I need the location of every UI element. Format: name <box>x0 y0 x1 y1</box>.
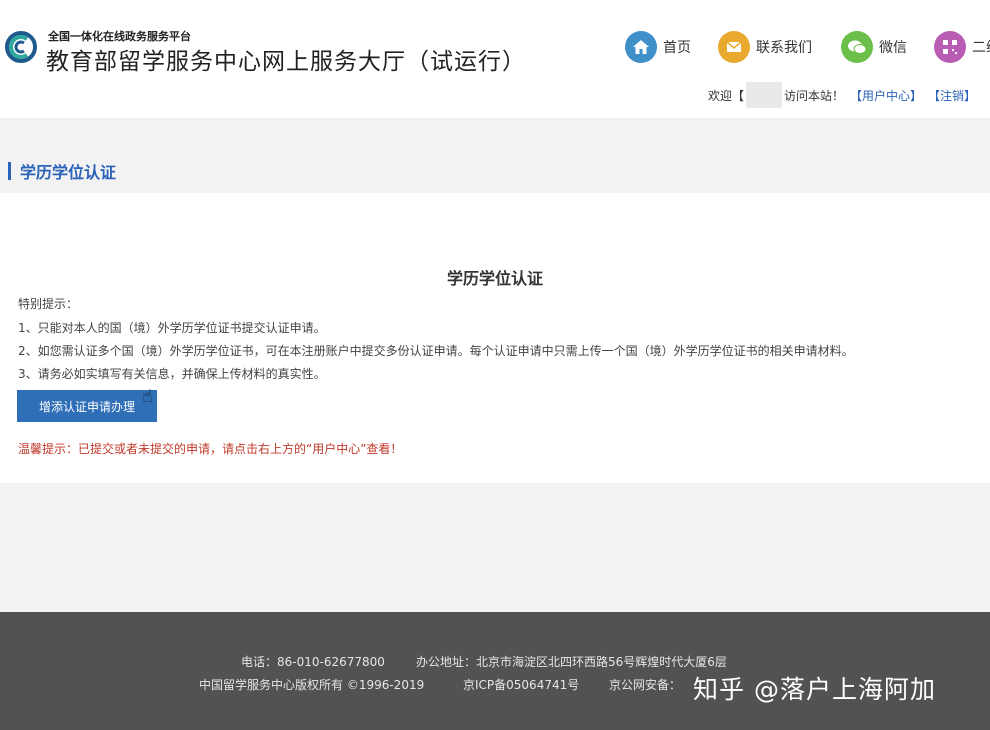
hand-cursor-icon: ☝ <box>142 386 153 407</box>
section-marker <box>8 162 11 180</box>
add-application-button[interactable]: 增添认证申请办理 ☝ <box>17 386 157 422</box>
tip-item-2: 2、如您需认证多个国（境）外学历学位证书，可在本注册账户中提交多份认证申请。每个… <box>18 344 854 358</box>
watermark: 知乎 @落户上海阿加 <box>693 675 936 704</box>
footer-copyright: 中国留学服务中心版权所有 ©1996-2019 <box>199 678 425 692</box>
brand-title: 教育部留学服务中心网上服务大厅（试运行） <box>46 49 526 75</box>
header: 全国一体化在线政务服务平台 教育部留学服务中心网上服务大厅（试运行） 首页 联系… <box>0 0 990 118</box>
footer-police-record[interactable]: 京公网安备： <box>609 676 681 693</box>
content-title: 学历学位认证 <box>446 269 543 288</box>
add-application-label: 增添认证申请办理 <box>38 399 135 414</box>
mail-icon <box>718 31 750 63</box>
nav-contact[interactable]: 联系我们 <box>718 30 812 64</box>
welcome-prefix: 欢迎【 <box>708 88 745 103</box>
username-redacted <box>746 82 783 108</box>
nav-home[interactable]: 首页 <box>625 30 691 64</box>
logout-link[interactable]: 【注销】 <box>928 87 976 104</box>
welcome-bar: 欢迎【 访问本站！ 【用户中心】 【注销】 <box>708 82 976 108</box>
footer-phone: 电话：86-010-62677800 <box>241 655 385 669</box>
tip-item-3: 3、请务必如实填写有关信息，并确保上传材料的真实性。 <box>18 367 326 381</box>
section-header: 学历学位认证 <box>8 160 116 182</box>
logo-icon <box>5 31 37 63</box>
nav-contact-label: 联系我们 <box>756 40 812 56</box>
user-center-link[interactable]: 【用户中心】 <box>850 87 922 104</box>
content-card: 学历学位认证 特别提示： 1、只能对本人的国（境）外学历学位证书提交认证申请。 … <box>0 193 990 483</box>
footer-address: 办公地址：北京市海淀区北四环西路56号辉煌时代大厦6层 <box>416 655 727 669</box>
nav-qrcode[interactable]: 二维 <box>934 30 990 64</box>
warm-tip: 温馨提示：已提交或者未提交的申请，请点击右上方的“用户中心”查看！ <box>18 442 403 456</box>
nav-home-label: 首页 <box>663 40 691 56</box>
nav-wechat-label: 微信 <box>879 40 907 56</box>
welcome-suffix: 访问本站！ <box>784 88 845 103</box>
footer-icp[interactable]: 京ICP备05064741号 <box>463 676 579 693</box>
home-icon <box>625 31 657 63</box>
tip-label: 特别提示： <box>18 297 79 311</box>
tip-item-1: 1、只能对本人的国（境）外学历学位证书提交认证申请。 <box>18 321 326 335</box>
nav-wechat[interactable]: 微信 <box>841 30 907 64</box>
section-title: 学历学位认证 <box>20 163 117 182</box>
qrcode-icon <box>934 31 966 63</box>
wechat-icon <box>841 31 873 63</box>
nav-qrcode-label: 二维 <box>972 40 990 56</box>
